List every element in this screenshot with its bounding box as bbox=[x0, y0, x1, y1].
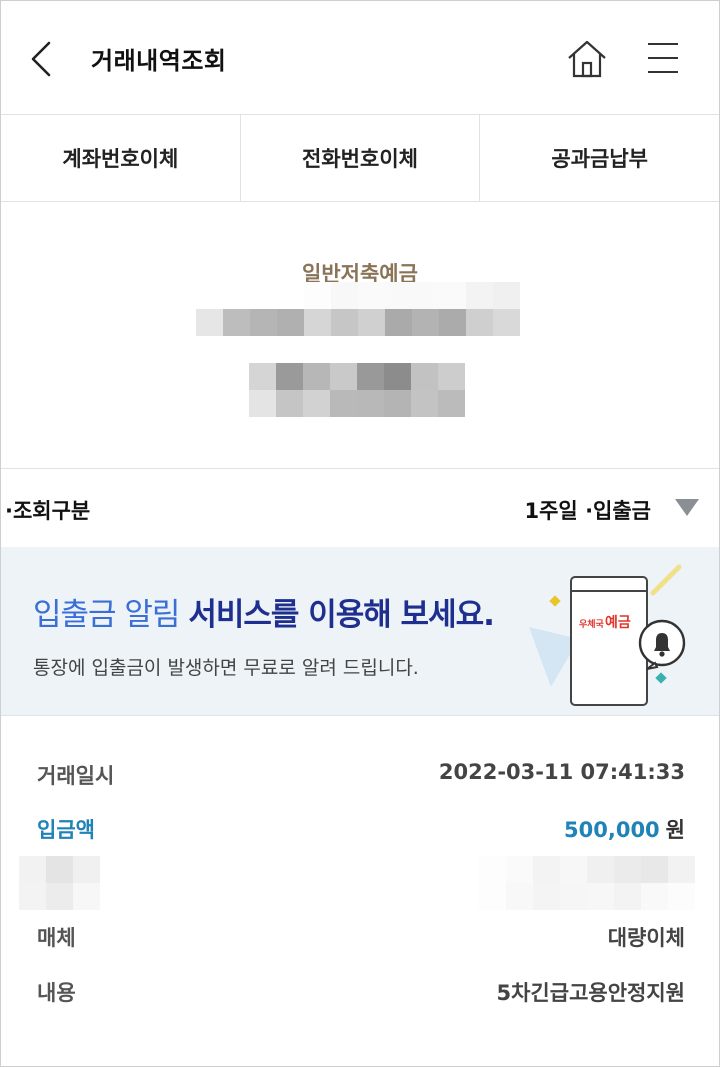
datetime-label: 거래일시 bbox=[37, 764, 115, 788]
quick-menu-tabs: 계좌번호이체 전화번호이체 공과금납부 bbox=[1, 115, 719, 202]
app-header: 거래내역조회 bbox=[1, 1, 719, 115]
banner-headline: 입출금 알림 서비스를 이용해 보세요. bbox=[33, 589, 495, 634]
account-summary: 일반저축예금 bbox=[1, 202, 719, 469]
deposit-value: 500,000 원 bbox=[564, 814, 685, 844]
tab-account-transfer[interactable]: 계좌번호이체 bbox=[1, 115, 241, 201]
datetime-value: 2022-03-11 07:41:33 bbox=[438, 760, 685, 784]
content-label: 내용 bbox=[37, 981, 76, 1005]
brand-logo-text: 예금 bbox=[605, 615, 631, 631]
filter-label: ·조회구분 bbox=[5, 499, 91, 523]
phone-alert-illustration: 우체국 예금 bbox=[529, 564, 686, 706]
medium-label: 매체 bbox=[37, 926, 76, 950]
home-icon[interactable] bbox=[565, 37, 609, 81]
deposit-unit: 원 bbox=[665, 818, 685, 842]
detail-row-datetime: 거래일시 2022-03-11 07:41:33 bbox=[37, 754, 685, 794]
filter-value[interactable]: 1주일 ·입출금 bbox=[525, 495, 652, 525]
brand-logo-text: 우체국 bbox=[579, 618, 605, 630]
deposit-alert-banner[interactable]: 입출금 알림 서비스를 이용해 보세요. 통장에 입출금이 발생하면 무료로 알… bbox=[1, 547, 719, 716]
detail-row-content: 내용 5차긴급고용안정지원 bbox=[37, 971, 685, 1011]
triangle-down-icon[interactable] bbox=[675, 499, 699, 517]
account-number-masked bbox=[196, 282, 520, 336]
inquiry-filter[interactable]: ·조회구분 1주일 ·입출금 bbox=[1, 469, 719, 547]
detail-row-deposit: 입금액 500,000 원 bbox=[37, 808, 685, 848]
tab-phone-transfer[interactable]: 전화번호이체 bbox=[241, 115, 481, 201]
tab-utility-payment[interactable]: 공과금납부 bbox=[480, 115, 719, 201]
page-title: 거래내역조회 bbox=[91, 47, 227, 75]
deposit-amount: 500,000 bbox=[564, 818, 660, 842]
deposit-label: 입금액 bbox=[37, 818, 95, 842]
medium-value: 대량이체 bbox=[607, 926, 685, 950]
content-value: 5차긴급고용안정지원 bbox=[496, 981, 686, 1005]
transaction-detail: 거래일시 2022-03-11 07:41:33 입금액 500,000 원 매체… bbox=[1, 716, 719, 1056]
chevron-left-icon[interactable] bbox=[27, 39, 55, 79]
masked-label bbox=[19, 856, 100, 910]
hamburger-menu-icon[interactable] bbox=[646, 41, 680, 75]
account-balance-masked bbox=[249, 363, 465, 417]
banner-headline-part2: 서비스를 이용해 보세요. bbox=[188, 597, 495, 633]
detail-row-medium: 매체 대량이체 bbox=[37, 916, 685, 956]
banner-headline-part1: 입출금 알림 bbox=[33, 597, 180, 633]
banner-subtext: 통장에 입출금이 발생하면 무료로 알려 드립니다. bbox=[33, 657, 419, 679]
masked-value bbox=[479, 856, 695, 910]
